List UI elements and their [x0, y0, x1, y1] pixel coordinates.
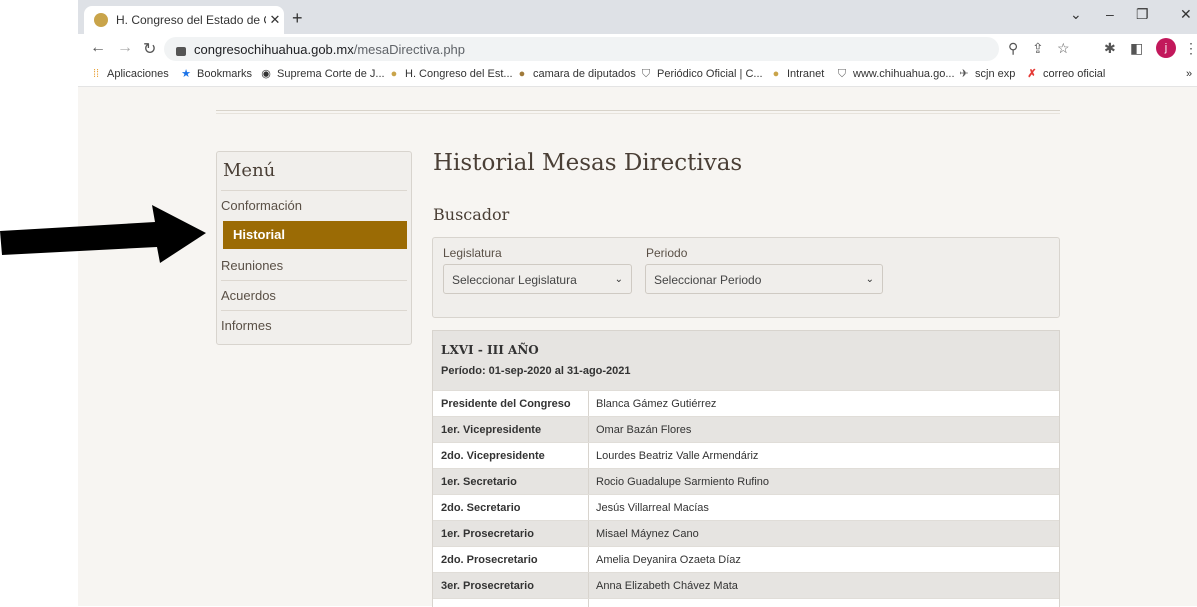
search-panel: Legislatura Seleccionar Legislatura ⌄ Pe… — [432, 237, 1060, 318]
shield-icon: ⛉ — [641, 68, 651, 80]
page-title: Historial Mesas Directivas — [433, 150, 743, 176]
bookmarks-overflow-icon[interactable]: » — [1186, 68, 1192, 80]
restore-icon[interactable]: ❐ — [1136, 6, 1149, 23]
chevron-down-icon: ⌄ — [614, 274, 623, 285]
nombre-cell: Rocio Guadalupe Sarmiento Rufino — [596, 476, 770, 488]
table-row: Presidente del Congreso Blanca Gámez Guti… — [433, 390, 1059, 417]
bookmark-scjn[interactable]: ✈ scjn exp — [958, 68, 1015, 80]
table-row: 2do. Prosecretario Amelia Deyanira Ozaeta… — [433, 546, 1059, 573]
table-row: 2do. Vicepresidente Lourdes Beatriz Valle… — [433, 442, 1059, 469]
cargo-cell: 1er. Vicepresidente — [441, 424, 542, 436]
lock-icon — [176, 46, 186, 56]
mesa-directiva-card: LXVI - III AÑO Período: 01-sep-2020 al 3… — [432, 330, 1060, 607]
legislatura-select[interactable]: Seleccionar Legislatura ⌄ — [443, 264, 632, 294]
periodo-select[interactable]: Seleccionar Periodo ⌄ — [645, 264, 883, 294]
cargo-cell: 1er. Secretario — [441, 476, 517, 488]
window-close-icon[interactable]: ✕ — [1180, 6, 1192, 23]
table-row: 2do. Secretario Jesús Villarreal Macías — [433, 494, 1059, 521]
bookmark-correo[interactable]: ✗ correo oficial — [1026, 68, 1105, 80]
apps-grid-icon: ⁞⁞ — [92, 68, 100, 80]
cargo-cell: 2do. Secretario — [441, 502, 521, 514]
reload-icon[interactable]: ↻ — [143, 39, 156, 59]
nombre-cell: Misael Máynez Cano — [596, 528, 699, 540]
table-row: 1er. Vicepresidente Omar Bazán Flores — [433, 416, 1059, 443]
bookmark-periodico[interactable]: ⛉ Periódico Oficial | C... — [640, 68, 763, 80]
x-mark-icon: ✗ — [1027, 68, 1037, 80]
globe-icon: ◉ — [261, 68, 271, 80]
zoom-icon[interactable]: ⚲ — [1008, 40, 1018, 57]
divider — [221, 190, 407, 191]
top-divider — [216, 113, 1060, 114]
cargo-cell: Presidente del Congreso — [441, 398, 571, 410]
url-host: congresochihuahua.gob.mx — [194, 41, 354, 57]
back-icon[interactable]: ← — [90, 39, 106, 57]
share-icon[interactable]: ⇪ — [1032, 40, 1044, 57]
nombre-cell: Jesús Villarreal Macías — [596, 502, 709, 514]
side-panel-icon[interactable]: ◧ — [1130, 40, 1143, 57]
nombre-cell: Omar Bazán Flores — [596, 424, 692, 436]
minimize-icon[interactable]: – — [1106, 6, 1114, 22]
bookmark-aplicaciones[interactable]: ⁞⁞ Aplicaciones — [90, 68, 169, 80]
congress-icon: ● — [772, 68, 780, 80]
cargo-cell: 1er. Prosecretario — [441, 528, 534, 540]
legislatura-heading: LXVI - III AÑO — [441, 343, 539, 357]
bookmark-congreso[interactable]: ● H. Congreso del Est... — [388, 68, 513, 80]
table-row: 1er. Secretario Rocio Guadalupe Sarmiento… — [433, 468, 1059, 495]
nombre-cell: Amelia Deyanira Ozaeta Díaz — [596, 554, 741, 566]
shield-icon: ⛉ — [837, 68, 847, 80]
sidebar-menu: Menú Conformación Historial Reuniones Ac… — [216, 151, 412, 345]
divider — [221, 280, 407, 281]
card-header: LXVI - III AÑO Período: 01-sep-2020 al 3… — [433, 331, 1059, 390]
periodo-label: Periodo — [646, 246, 688, 260]
sidebar-item-reuniones[interactable]: Reuniones — [221, 252, 407, 280]
table-row: 3er. Prosecretario Anna Elizabeth Chávez … — [433, 572, 1059, 599]
nombre-cell: Lourdes Beatriz Valle Armendáriz — [596, 450, 759, 462]
browser-tab[interactable]: H. Congreso del Estado de Chihu ✕ — [84, 6, 284, 34]
address-bar[interactable]: congresochihuahua.gob.mx/mesaDirectiva.p… — [164, 37, 999, 61]
sidebar-item-informes[interactable]: Informes — [221, 312, 407, 340]
new-tab-icon[interactable]: + — [292, 8, 303, 29]
tab-title: H. Congreso del Estado de Chihu — [116, 13, 266, 27]
periodo-heading: Período: 01-sep-2020 al 31-ago-2021 — [441, 365, 631, 377]
annotation-arrow-icon — [0, 205, 206, 263]
nombre-cell: Anna Elizabeth Chávez Mata — [596, 580, 738, 592]
tab-close-icon[interactable]: ✕ — [266, 12, 284, 28]
sidebar-item-historial[interactable]: Historial — [223, 221, 407, 249]
bookmark-intranet[interactable]: ● Intranet — [770, 68, 825, 80]
cargo-cell: 2do. Vicepresidente — [441, 450, 545, 462]
sidebar-item-acuerdos[interactable]: Acuerdos — [221, 282, 407, 310]
chevron-down-icon: ⌄ — [865, 274, 874, 285]
star-icon: ★ — [181, 68, 191, 80]
site-favicon-icon — [94, 13, 108, 27]
scjn-icon: ✈ — [959, 68, 969, 80]
cargo-cell: 3er. Prosecretario — [441, 580, 534, 592]
legislatura-label: Legislatura — [443, 246, 502, 260]
tab-search-chevron-icon[interactable]: ⌄ — [1070, 6, 1082, 23]
url-path: /mesaDirectiva.php — [353, 41, 466, 57]
top-divider — [216, 110, 1060, 111]
bookmark-star-icon[interactable]: ☆ — [1057, 40, 1070, 57]
congress-icon: ● — [390, 68, 398, 80]
cargo-cell: 2do. Prosecretario — [441, 554, 538, 566]
forward-icon[interactable]: → — [117, 39, 133, 57]
camara-icon: ● — [518, 68, 526, 80]
menu-title: Menú — [223, 160, 276, 181]
bookmark-bookmarks[interactable]: ★ Bookmarks — [180, 68, 252, 80]
extensions-icon[interactable]: ✱ — [1104, 40, 1116, 57]
table-row: 1er. Prosecretario Misael Máynez Cano — [433, 520, 1059, 547]
browser-menu-icon[interactable]: ⋮ — [1184, 40, 1197, 57]
section-title: Buscador — [433, 205, 510, 224]
bookmark-chihuahua[interactable]: ⛉ www.chihuahua.go... — [836, 68, 955, 80]
bookmark-suprema-corte[interactable]: ◉ Suprema Corte de J... — [260, 68, 384, 80]
profile-avatar[interactable]: j — [1156, 38, 1176, 58]
divider — [221, 310, 407, 311]
bookmark-camara[interactable]: ● camara de diputados — [516, 68, 636, 80]
nombre-cell: Blanca Gámez Gutiérrez — [596, 398, 717, 410]
sidebar-item-conformacion[interactable]: Conformación — [221, 192, 407, 220]
